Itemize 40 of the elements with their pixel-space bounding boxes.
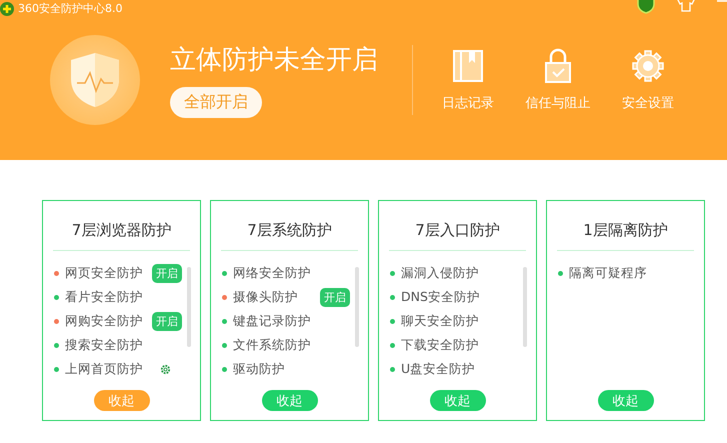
collapse-button[interactable]: 收起	[262, 390, 318, 411]
skin-icon[interactable]	[677, 0, 695, 12]
settings-icon[interactable]	[160, 364, 171, 374]
protection-item-label: 文件系统防护	[233, 336, 311, 354]
protection-item-label: 看片安全防护	[65, 288, 143, 306]
trust-tool-button[interactable]: 信任与阻止	[513, 48, 603, 112]
card-title: 7层系统防护	[247, 221, 332, 240]
enable-button[interactable]: 开启	[152, 264, 182, 282]
collapse-button[interactable]: 收起	[598, 390, 654, 411]
protection-item-label: 网购安全防护	[65, 312, 143, 330]
card-title: 7层浏览器防护	[72, 221, 172, 240]
protection-item-label: 隔离可疑程序	[569, 264, 647, 282]
protection-item-label: 下载安全防护	[401, 336, 479, 354]
protection-item-label: 搜索安全防护	[65, 336, 143, 354]
log-tool-button[interactable]: 日志记录	[423, 48, 513, 112]
protection-item-label: 驱动防护	[233, 360, 285, 378]
protection-item-label: 网络安全防护	[233, 264, 311, 282]
protection-item-label: 聊天安全防护	[401, 312, 479, 330]
protection-item-label: 上网首页防护	[65, 360, 143, 378]
enable-all-button[interactable]: 全部开启	[170, 87, 262, 118]
window-title: 360安全防护中心8.0	[18, 1, 122, 16]
enable-button[interactable]: 开启	[152, 312, 182, 330]
protection-item-label: 网页安全防护	[65, 264, 143, 282]
card-title: 1层隔离防护	[583, 221, 668, 240]
enable-button[interactable]: 开启	[320, 288, 350, 306]
protection-item-label: DNS安全防护	[401, 288, 480, 306]
protection-status-heading: 立体防护未全开启	[170, 44, 378, 77]
collapse-button[interactable]: 收起	[94, 390, 150, 411]
card-title: 7层入口防护	[415, 221, 500, 240]
protection-item-label: U盘安全防护	[401, 360, 476, 378]
protection-item-label: 漏洞入侵防护	[401, 264, 479, 282]
collapse-button[interactable]: 收起	[430, 390, 486, 411]
settings-icon	[630, 48, 666, 84]
shield-icon	[69, 51, 121, 109]
protection-item-label: 摄像头防护	[233, 288, 298, 306]
shield-badge-icon[interactable]	[637, 0, 655, 14]
app-logo-icon	[0, 2, 14, 16]
settings-tool-button[interactable]: 安全设置	[603, 48, 693, 112]
protection-item-label: 键盘记录防护	[233, 312, 311, 330]
book-icon	[450, 48, 486, 84]
